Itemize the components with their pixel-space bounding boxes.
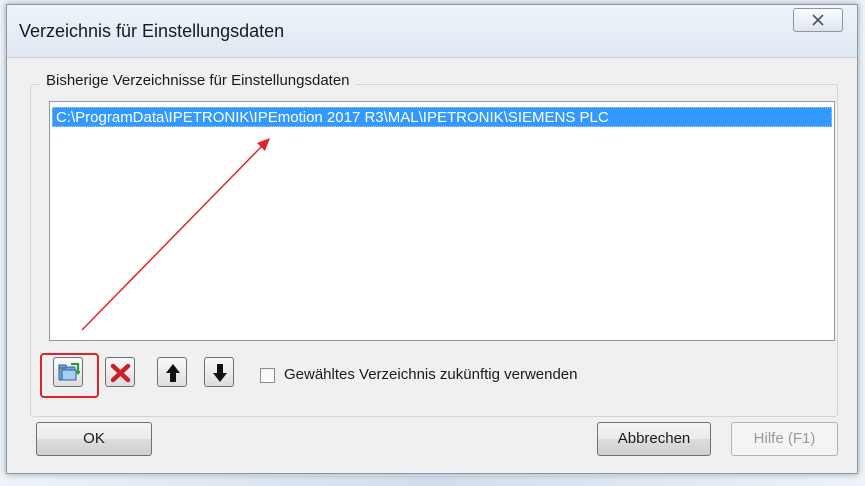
add-directory-button[interactable] [53,357,83,387]
move-up-button[interactable] [157,357,187,387]
list-item[interactable]: C:\ProgramData\IPETRONIK\IPEmotion 2017 … [52,107,832,127]
title-bar: Verzeichnis für Einstellungsdaten [7,5,857,58]
help-button[interactable]: Hilfe (F1) [731,422,838,456]
use-directory-checkbox[interactable] [260,368,275,383]
close-icon [812,14,824,26]
delete-icon [110,363,131,383]
close-button[interactable] [793,8,843,32]
move-down-icon [213,364,227,382]
background-app-row [0,476,865,486]
checkbox-label: Gewähltes Verzeichnis zukünftig verwende… [284,366,578,383]
move-down-button[interactable] [204,357,234,387]
groupbox-label: Bisherige Verzeichnisse für Einstellungs… [40,72,356,89]
add-folder-icon [58,362,80,381]
cancel-button[interactable]: Abbrechen [597,422,711,456]
move-up-icon [166,364,180,382]
directory-list[interactable]: C:\ProgramData\IPETRONIK\IPEmotion 2017 … [49,101,835,341]
delete-directory-button[interactable] [105,357,135,387]
ok-button[interactable]: OK [36,422,152,456]
dialog-title: Verzeichnis für Einstellungsdaten [19,21,285,41]
